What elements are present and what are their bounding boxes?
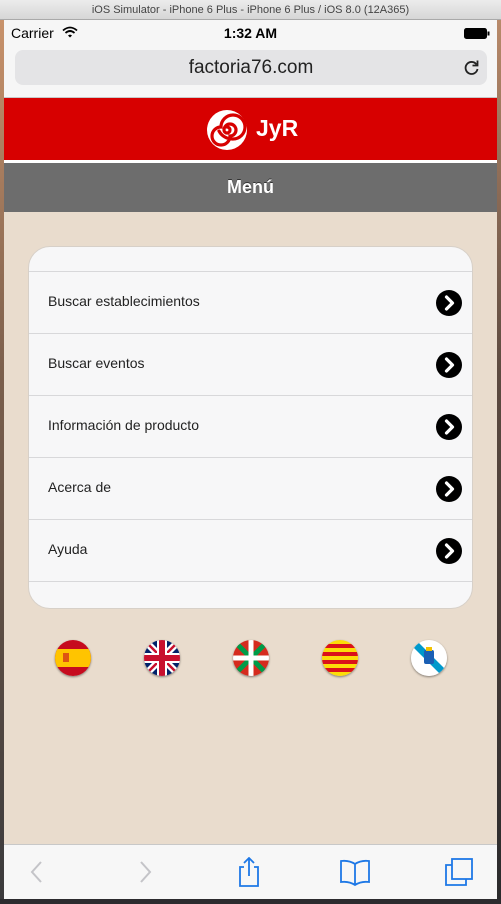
simulator-title: iOS Simulator - iPhone 6 Plus - iPhone 6… (91, 4, 410, 16)
reload-icon[interactable] (462, 58, 481, 77)
device-screen: Carrier 1:32 AM factoria76.com JyR Menú (4, 20, 497, 899)
menu-item-buscar-establecimientos[interactable]: Buscar establecimientos (29, 271, 472, 333)
forward-arrow-icon[interactable] (130, 857, 160, 887)
menu-item-label: Acerca de (48, 479, 112, 495)
catalonia-flag-icon[interactable] (322, 640, 358, 676)
site-title[interactable]: JyR (256, 115, 298, 142)
chevron-right-circle-icon[interactable] (436, 290, 462, 316)
menu-bar: Menú (4, 163, 497, 212)
chevron-right-circle-icon[interactable] (436, 538, 462, 564)
battery-icon (464, 28, 490, 39)
desktop-background-right (497, 20, 501, 904)
uk-flag-icon[interactable] (144, 640, 180, 676)
menu-item-acerca-de[interactable]: Acerca de (29, 457, 472, 519)
url-text[interactable]: factoria76.com (15, 57, 487, 79)
desktop-background-bottom (0, 899, 501, 904)
menu-card: Buscar establecimientos Buscar eventos I… (28, 246, 473, 609)
menu-item-label: Buscar eventos (48, 355, 145, 371)
tabs-icon[interactable] (444, 857, 474, 887)
spain-flag-icon[interactable] (55, 640, 91, 676)
menu-item-label: Ayuda (48, 541, 88, 557)
menu-item-label: Información de producto (48, 417, 199, 433)
browser-toolbar (4, 844, 497, 899)
basque-flag-icon[interactable] (233, 640, 269, 676)
share-icon[interactable] (234, 857, 264, 887)
chevron-right-circle-icon[interactable] (436, 352, 462, 378)
menu-item-informacion-de-producto[interactable]: Información de producto (29, 395, 472, 457)
status-time: 1:32 AM (223, 25, 278, 41)
simulator-title-bar: iOS Simulator - iPhone 6 Plus - iPhone 6… (0, 0, 501, 20)
address-bar[interactable]: factoria76.com (15, 50, 487, 85)
chevron-right-circle-icon[interactable] (436, 476, 462, 502)
chevron-right-circle-icon[interactable] (436, 414, 462, 440)
back-arrow-icon[interactable] (22, 857, 52, 887)
menu-item-buscar-eventos[interactable]: Buscar eventos (29, 333, 472, 395)
site-header: JyR (4, 98, 497, 163)
menu-list: Buscar establecimientos Buscar eventos I… (29, 271, 472, 582)
menu-item-ayuda[interactable]: Ayuda (29, 519, 472, 582)
language-flags (4, 640, 497, 680)
status-bar: Carrier 1:32 AM (4, 20, 497, 46)
menu-title: Menú (227, 177, 274, 197)
bookmarks-icon[interactable] (340, 857, 370, 887)
browser-address-area: factoria76.com (4, 46, 497, 98)
galicia-flag-icon[interactable] (411, 640, 447, 676)
spiral-logo-icon[interactable] (206, 109, 248, 151)
menu-item-label: Buscar establecimientos (48, 293, 200, 309)
